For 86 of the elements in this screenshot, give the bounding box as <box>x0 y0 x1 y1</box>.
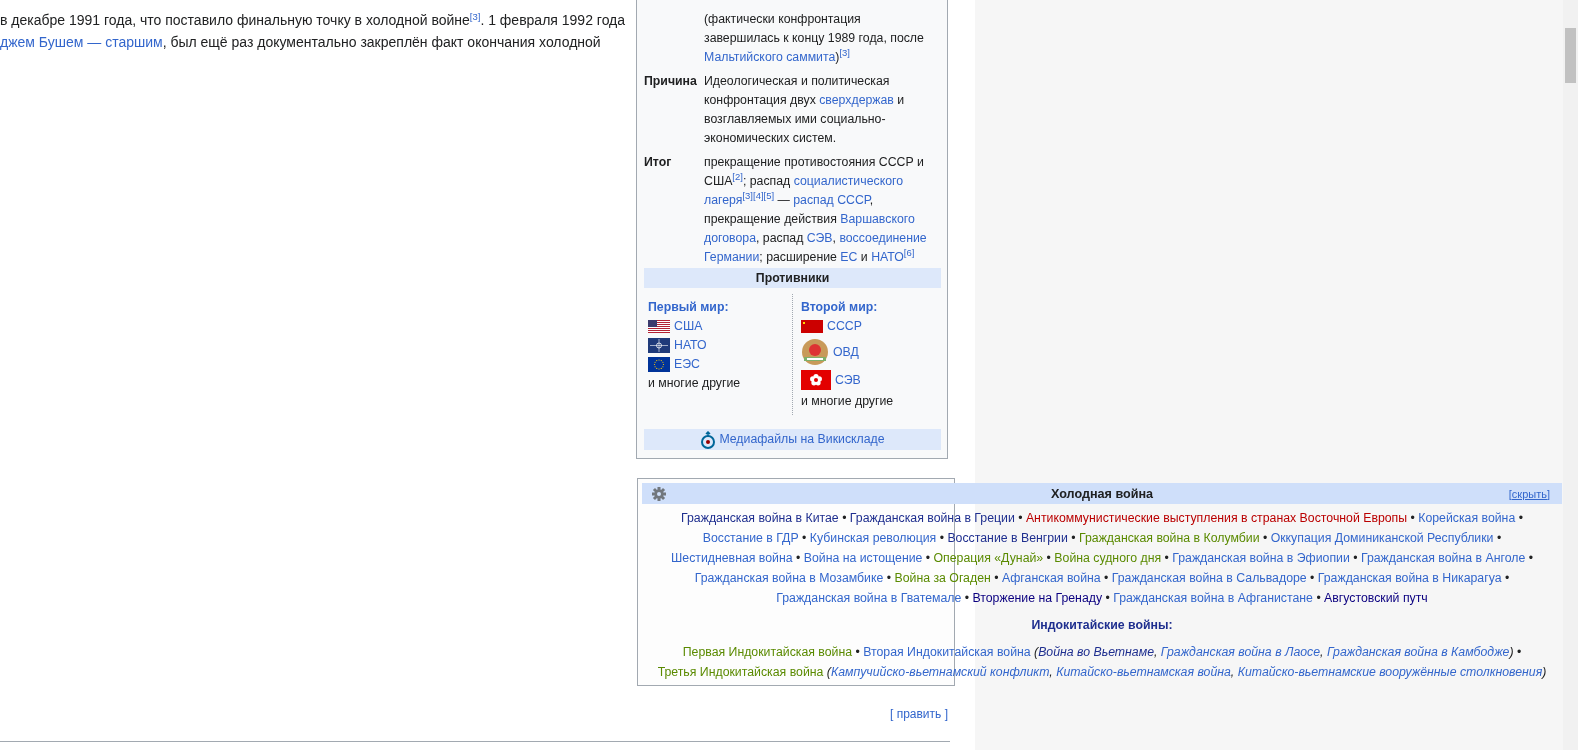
nav-link[interactable]: Китайско-вьетнамская война <box>1056 665 1231 679</box>
nav-link[interactable]: Гражданская война в Китае <box>681 511 839 525</box>
link[interactable]: социалистического <box>793 174 904 188</box>
country-link[interactable]: ОВД <box>833 342 859 362</box>
infobox-label: Итог <box>644 155 672 169</box>
side-heading-link[interactable]: Первый мир: <box>648 298 788 317</box>
side-heading-link[interactable]: Второй мир: <box>801 298 937 317</box>
link[interactable]: СЭВ <box>806 231 833 245</box>
nav-link[interactable]: Вторжение на Гренаду <box>972 591 1103 605</box>
edit-link[interactable]: [ править ] <box>890 707 948 721</box>
article-text-line: в декабре 1991 года, что поставило финальную точку в холодной войне$^{[3]}$. 1 февраля 1992 года <box>0 10 627 30</box>
nav-link[interactable]: Гражданская война в Анголе <box>1360 551 1526 565</box>
nav-link[interactable]: Гражданская война в Сальвадоре <box>1111 571 1307 585</box>
media-link[interactable]: Медиафайлы на Викискладе <box>719 430 885 449</box>
nav-link[interactable]: Вторая Индокитайская война <box>863 645 1031 659</box>
nav-link[interactable]: Гражданская война в Афганистане <box>1113 591 1313 605</box>
nav-link[interactable]: Восстание в ГДР <box>702 531 799 545</box>
nav-link[interactable]: Гражданская война в Эфиопии <box>1172 551 1350 565</box>
link[interactable]: лагеря <box>704 193 743 207</box>
compass-flag-icon <box>648 338 670 353</box>
nav-line: Восстание в ГДР • Кубинская революция • Восстание в Венгрии • Гражданская война в Колумбии • Оккупация Доминиканской Республики • <box>701 530 1503 547</box>
reference-link[interactable]: [3] <box>839 47 850 58</box>
link[interactable]: ЕС <box>840 250 858 264</box>
nav-link[interactable]: Восстание в Венгрии <box>947 531 1068 545</box>
nav-line: Гражданская война в Мозамбике • Война за Огаден • Афганская война • Гражданская война в Сальвадоре • Гражданская война в Никарагуа • <box>693 570 1511 587</box>
nav-link[interactable]: Гражданская война в Никарагуа <box>1317 571 1502 585</box>
reference-link[interactable]: [2] <box>732 171 743 182</box>
note-text: и многие другие <box>648 375 742 392</box>
nav-link[interactable]: Корейская война <box>1418 511 1516 525</box>
infobox-value: Идеологическая и политическая конфронтация двух сверхдержав и возглавляемых ими социально-экономических систем. <box>704 73 906 147</box>
link[interactable]: джем Бушем — старшим <box>0 34 163 50</box>
nav-link[interactable]: Война за Огаден <box>894 571 991 585</box>
link[interactable]: сверхдержав <box>819 93 894 107</box>
country-link[interactable]: США <box>674 317 703 336</box>
note-text: и многие другие <box>801 393 895 410</box>
reference-link[interactable]: [3] <box>742 190 753 201</box>
reference-link[interactable]: [3] <box>469 11 481 22</box>
scrollbar[interactable] <box>1563 0 1578 750</box>
section-header: Противники <box>644 268 941 288</box>
nav-link[interactable]: Война судного дня <box>1054 551 1162 565</box>
nav-link[interactable]: Афганская война <box>1001 571 1101 585</box>
nav-line: Гражданская война в Китае • Гражданская война в Греции • Антикоммунистические выступления в странах Восточной Европы • Корейская война • <box>680 510 1524 527</box>
country-link[interactable]: СССР <box>827 317 862 336</box>
flag-icon <box>801 320 823 333</box>
link[interactable]: Мальтийского саммита <box>704 50 836 64</box>
nav-link[interactable]: Война на истощение <box>803 551 923 565</box>
hide-link[interactable]: [скрыть] <box>1508 487 1550 500</box>
country-link[interactable]: НАТО <box>674 336 707 355</box>
navbox-title: Холодная война <box>1050 486 1154 501</box>
section-heading: Индокитайские войны: <box>1030 617 1174 634</box>
article-text-line: джем Бушем — старшим, был ещё раз документально закреплён факт окончания холодной <box>0 33 602 52</box>
nav-link[interactable]: Шестидневная война <box>671 551 793 565</box>
nav-line: Гражданская война в Гватемале • Вторжение на Гренаду • Гражданская война в Афганистане • Августовский путч <box>775 590 1429 607</box>
flower-flag-icon <box>801 370 831 390</box>
nav-link[interactable]: Кубинская революция <box>809 531 937 545</box>
link[interactable]: НАТО <box>871 250 904 264</box>
link[interactable]: распад СССР <box>793 193 870 207</box>
nav-line: Третья Индокитайская война (Кампучийско-вьетнамский конфликт, Китайско-вьетнамская война, Китайско-вьетнамские вооружённые столкновения) <box>656 664 1548 681</box>
nav-link[interactable]: Августовский путч <box>1324 591 1428 605</box>
striped-flag-icon <box>648 320 670 333</box>
reference-link[interactable]: [6] <box>903 247 915 258</box>
emblem-icon <box>801 337 829 367</box>
country-link[interactable]: ЕЭС <box>674 355 700 374</box>
nav-link[interactable]: Третья Индокитайская война <box>657 665 824 679</box>
nav-line: Шестидневная война • Война на истощение • Операция «Дунай» • Война судного дня • Гражданская война в Эфиопии • Гражданская война в Анголе • <box>670 550 1534 567</box>
link[interactable]: Варшавского <box>840 212 915 226</box>
nav-link[interactable]: Гражданская война в Гватемале <box>776 591 962 605</box>
nav-link[interactable]: Гражданская война в Мозамбике <box>694 571 884 585</box>
reference-link[interactable]: [4] <box>753 190 764 201</box>
nav-link[interactable]: Операция «Дунай» <box>933 551 1044 565</box>
infobox-value: (фактически конфронтация завершилась к концу 1989 года, после Мальтийского саммита)$^{[3]}$ <box>704 11 925 66</box>
settings-icon[interactable] <box>652 486 666 501</box>
link[interactable]: воссоединение <box>839 231 927 245</box>
nav-link[interactable]: Гражданская война в Колумбии <box>1079 531 1260 545</box>
country-link[interactable]: СЭВ <box>835 370 861 390</box>
nav-link[interactable]: Антикоммунистические выступления в странах Восточной Европы <box>1025 511 1408 525</box>
commons-icon <box>700 430 717 449</box>
nav-link[interactable]: Гражданская война в Греции <box>849 511 1015 525</box>
reference-link[interactable]: [5] <box>763 190 775 201</box>
infobox-label: Причина <box>644 74 697 88</box>
nav-line: Первая Индокитайская война • Вторая Индокитайская война (Война во Вьетнаме, Гражданская война в Лаосе, Гражданская война в Камбодже) • <box>681 644 1523 661</box>
nav-link[interactable]: Война во Вьетнаме <box>1038 645 1154 659</box>
nav-link[interactable]: Первая Индокитайская война <box>682 645 853 659</box>
link[interactable]: договора <box>704 231 756 245</box>
nav-link[interactable]: Оккупация Доминиканской Республики <box>1270 531 1494 545</box>
star-circle-flag-icon <box>648 357 670 372</box>
